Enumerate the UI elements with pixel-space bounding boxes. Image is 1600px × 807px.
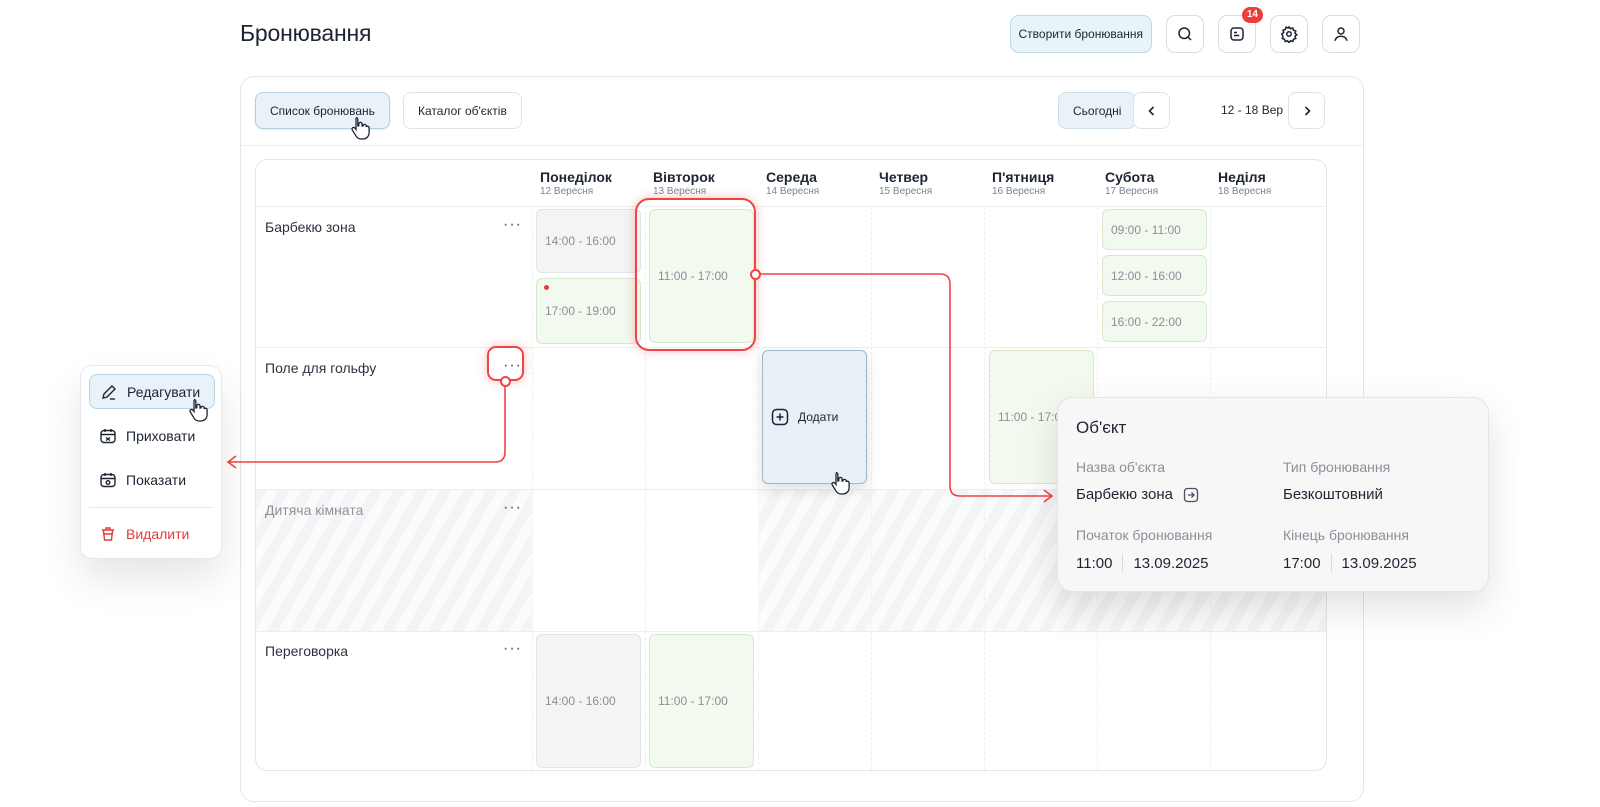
row-name-bbq: Барбекю зона — [265, 219, 356, 235]
day-header-thu: Четвер 15 Вересня — [871, 169, 984, 197]
day-date: 13 Вересня — [653, 186, 707, 197]
day-date: 12 Вересня — [540, 186, 594, 197]
day-header-sat: Субота 17 Вересня — [1097, 169, 1210, 197]
booking-type-label: Тип бронювання — [1283, 459, 1391, 475]
toolbar-divider — [241, 145, 1363, 146]
day-header-tue: Вівторок 13 Вересня — [645, 169, 758, 197]
menu-item-show[interactable]: Показати — [89, 462, 215, 497]
booking-slot[interactable]: 14:00 - 16:00 — [536, 209, 641, 273]
gear-icon — [1280, 25, 1298, 43]
chevron-left-icon — [1146, 105, 1158, 117]
object-name-value: Барбекю зона — [1076, 486, 1199, 503]
menu-item-label: Приховати — [126, 427, 196, 444]
start-label: Початок бронювання — [1076, 527, 1213, 543]
day-name: Вівторок — [653, 169, 715, 185]
start-date: 13.09.2025 — [1133, 554, 1209, 572]
hand-cursor-icon — [187, 397, 209, 423]
connector-pin — [750, 269, 761, 280]
day-date: 15 Вересня — [879, 186, 933, 197]
end-value: 17:00 13.09.2025 — [1283, 554, 1417, 572]
hand-cursor-icon — [829, 470, 851, 496]
settings-button[interactable] — [1270, 15, 1308, 53]
status-dot — [544, 285, 549, 290]
day-name: П'ятниця — [992, 169, 1055, 185]
selection-highlight — [635, 198, 756, 351]
booking-slot[interactable]: 14:00 - 16:00 — [536, 634, 641, 768]
menu-item-hide[interactable]: Приховати — [89, 418, 215, 453]
header-actions: Створити бронювання 14 — [1009, 7, 1360, 53]
search-button[interactable] — [1166, 15, 1204, 53]
booking-slot[interactable]: 09:00 - 11:00 — [1102, 209, 1207, 250]
day-date: 14 Вересня — [766, 186, 820, 197]
object-details-popup: Об'єкт Назва об'єкта Барбекю зона Тип бр… — [1057, 397, 1489, 592]
booking-slot[interactable]: 11:00 - 17:00 — [649, 634, 754, 768]
hand-cursor-icon — [349, 115, 371, 141]
profile-button[interactable] — [1322, 15, 1360, 53]
row-name-meeting-room: Переговорка — [265, 643, 349, 659]
value-divider — [1122, 554, 1124, 572]
today-button[interactable]: Сьогодні — [1058, 92, 1137, 129]
object-name-label: Назва об'єкта — [1076, 459, 1166, 475]
day-name: Субота — [1105, 169, 1155, 185]
end-date: 13.09.2025 — [1341, 554, 1417, 572]
day-name: Неділя — [1218, 169, 1266, 185]
add-label: Додати — [798, 410, 839, 424]
plus-icon — [771, 408, 789, 426]
row-name-golf: Поле для гольфу — [265, 360, 377, 376]
day-name: Понеділок — [540, 169, 612, 185]
row-divider — [256, 347, 1326, 348]
end-time: 17:00 — [1283, 554, 1321, 572]
value-divider — [1330, 554, 1332, 572]
create-booking-button[interactable]: Створити бронювання — [1009, 15, 1152, 53]
page-title: Бронювання — [240, 20, 372, 46]
day-header-fri: П'ятниця 16 Вересня — [984, 169, 1097, 197]
day-date: 16 Вересня — [992, 186, 1046, 197]
start-time: 11:00 — [1076, 554, 1113, 572]
row-menu-button[interactable]: ··· — [503, 500, 522, 516]
connector-pin — [500, 376, 511, 387]
day-header-mon: Понеділок 12 Вересня — [532, 169, 645, 197]
user-icon — [1332, 25, 1350, 43]
calendar-show-icon — [99, 471, 117, 489]
add-booking-button[interactable]: Додати — [762, 350, 867, 484]
row-menu-button[interactable]: ··· — [503, 217, 522, 233]
menu-item-delete[interactable]: Видалити — [89, 516, 215, 551]
open-link-icon[interactable] — [1183, 487, 1199, 503]
end-label: Кінець бронювання — [1283, 527, 1409, 543]
menu-item-label: Видалити — [126, 525, 190, 542]
menu-divider — [89, 507, 213, 508]
day-name: Середа — [766, 169, 817, 185]
trash-icon — [99, 525, 117, 543]
day-name: Четвер — [879, 169, 929, 185]
day-date: 17 Вересня — [1105, 186, 1159, 197]
prev-week-button[interactable] — [1133, 92, 1170, 129]
popup-title: Об'єкт — [1076, 418, 1127, 437]
start-value: 11:00 13.09.2025 — [1076, 554, 1209, 572]
calendar-hide-icon — [99, 427, 117, 445]
notification-icon — [1228, 25, 1246, 43]
row-menu-button[interactable]: ··· — [503, 641, 522, 657]
row-name-kids-room: Дитяча кімната — [265, 502, 364, 518]
pencil-icon — [100, 383, 118, 401]
tab-objects-catalog[interactable]: Каталог об'єктів — [403, 92, 522, 129]
day-header-wed: Середа 14 Вересня — [758, 169, 871, 197]
row-context-menu: Редагувати Приховати Показати Видалити — [80, 365, 222, 559]
row-divider — [256, 631, 1326, 632]
notification-badge: 14 — [1241, 7, 1263, 23]
booking-type-value: Безкоштовний — [1283, 486, 1383, 503]
booking-slot[interactable]: 16:00 - 22:00 — [1102, 301, 1207, 342]
date-range: 12 - 18 Вер — [1221, 103, 1284, 117]
search-icon — [1176, 25, 1194, 43]
menu-item-label: Показати — [126, 471, 187, 488]
day-date: 18 Вересня — [1218, 186, 1272, 197]
object-name-text: Барбекю зона — [1076, 486, 1173, 503]
booking-slot[interactable]: 12:00 - 16:00 — [1102, 255, 1207, 296]
chevron-right-icon — [1301, 105, 1313, 117]
row-divider — [256, 206, 1326, 207]
next-week-button[interactable] — [1288, 92, 1325, 129]
notifications-button[interactable]: 14 — [1218, 7, 1263, 53]
day-header-sun: Неділя 18 Вересня — [1210, 169, 1323, 197]
booking-slot[interactable]: 17:00 - 19:00 — [536, 278, 641, 344]
